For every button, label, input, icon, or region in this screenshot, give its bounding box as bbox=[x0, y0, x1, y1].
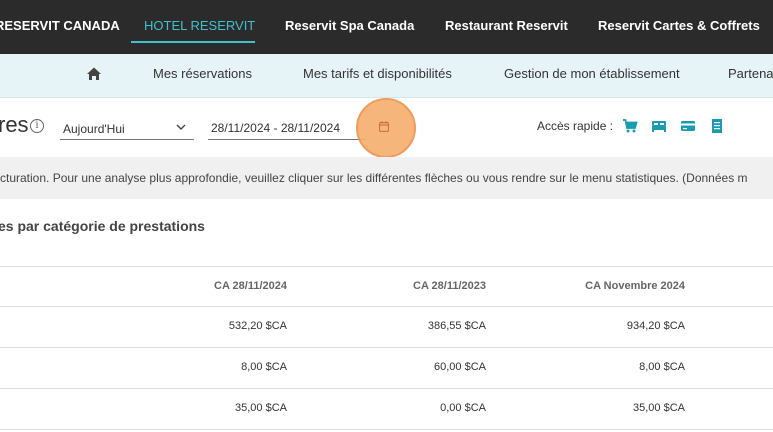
table-cell: 934,20 $CA bbox=[626, 320, 685, 332]
active-tab-indicator bbox=[131, 41, 255, 43]
table-header: CA 28/11/2024 CA 28/11/2023 CA Novembre … bbox=[0, 266, 773, 307]
subnav-item-tarifs[interactable]: Mes tarifs et disponibilités bbox=[303, 54, 452, 94]
quick-access-label: Accès rapide : bbox=[537, 119, 614, 133]
period-select[interactable]: Aujourd'Hui bbox=[60, 118, 194, 140]
info-banner-text: cturation. Pour une analyse plus approfo… bbox=[0, 171, 748, 185]
secondary-navigation: Mes réservations Mes tarifs et disponibi… bbox=[0, 54, 773, 98]
calendar-icon[interactable] bbox=[379, 121, 389, 132]
top-navigation-bar: RESERVIT CANADA HOTEL RESERVIT Reservit … bbox=[0, 0, 773, 54]
cart-icon[interactable] bbox=[622, 118, 638, 134]
table-cell: 60,00 $CA bbox=[434, 361, 486, 373]
bed-icon[interactable] bbox=[651, 118, 667, 134]
subnav-item-partenaires[interactable]: Partena bbox=[728, 54, 773, 94]
date-range-value: 28/11/2024 - 28/11/2024 bbox=[211, 121, 340, 135]
home-icon[interactable] bbox=[86, 66, 102, 82]
table-cell: 532,20 $CA bbox=[228, 320, 287, 332]
column-header[interactable]: CA Novembre 2024 bbox=[585, 280, 685, 292]
table-cell: 8,00 $CA bbox=[241, 361, 287, 373]
period-select-value: Aujourd'Hui bbox=[63, 122, 125, 136]
column-header[interactable]: CA 28/11/2023 bbox=[413, 280, 486, 292]
tab-reservit-spa-canada[interactable]: Reservit Spa Canada bbox=[285, 0, 414, 54]
date-range-field[interactable]: 28/11/2024 - 28/11/2024 bbox=[208, 118, 366, 140]
subnav-item-reservations[interactable]: Mes réservations bbox=[153, 54, 252, 94]
card-icon[interactable] bbox=[680, 118, 696, 134]
info-icon[interactable]: i bbox=[30, 119, 44, 133]
tab-hotel-reservit[interactable]: HOTEL RESERVIT bbox=[144, 0, 255, 54]
subnav-item-gestion[interactable]: Gestion de mon établissement bbox=[504, 54, 680, 94]
table-cell: 35,00 $CA bbox=[235, 402, 287, 414]
receipt-icon[interactable] bbox=[709, 118, 725, 134]
table-row[interactable]: 8,00 $CA 60,00 $CA 8,00 $CA bbox=[0, 348, 773, 389]
tab-reservit-canada[interactable]: RESERVIT CANADA bbox=[0, 0, 120, 54]
table-cell: 386,55 $CA bbox=[427, 320, 486, 332]
tab-restaurant-reservit[interactable]: Restaurant Reservit bbox=[445, 0, 568, 54]
info-banner: cturation. Pour une analyse plus approfo… bbox=[0, 157, 773, 199]
column-header[interactable]: CA 28/11/2024 bbox=[214, 280, 287, 292]
table-row[interactable]: 532,20 $CA 386,55 $CA 934,20 $CA bbox=[0, 307, 773, 348]
section-title: es par catégorie de prestations bbox=[0, 218, 205, 234]
table-cell: 8,00 $CA bbox=[639, 361, 685, 373]
table-cell: 35,00 $CA bbox=[633, 402, 685, 414]
tab-reservit-cartes-coffrets[interactable]: Reservit Cartes & Coffrets bbox=[598, 0, 760, 54]
page-title: res bbox=[0, 112, 29, 137]
table-cell: 0,00 $CA bbox=[440, 402, 486, 414]
table-row[interactable]: 35,00 $CA 0,00 $CA 35,00 $CA bbox=[0, 389, 773, 430]
chevron-down-icon bbox=[176, 124, 186, 130]
